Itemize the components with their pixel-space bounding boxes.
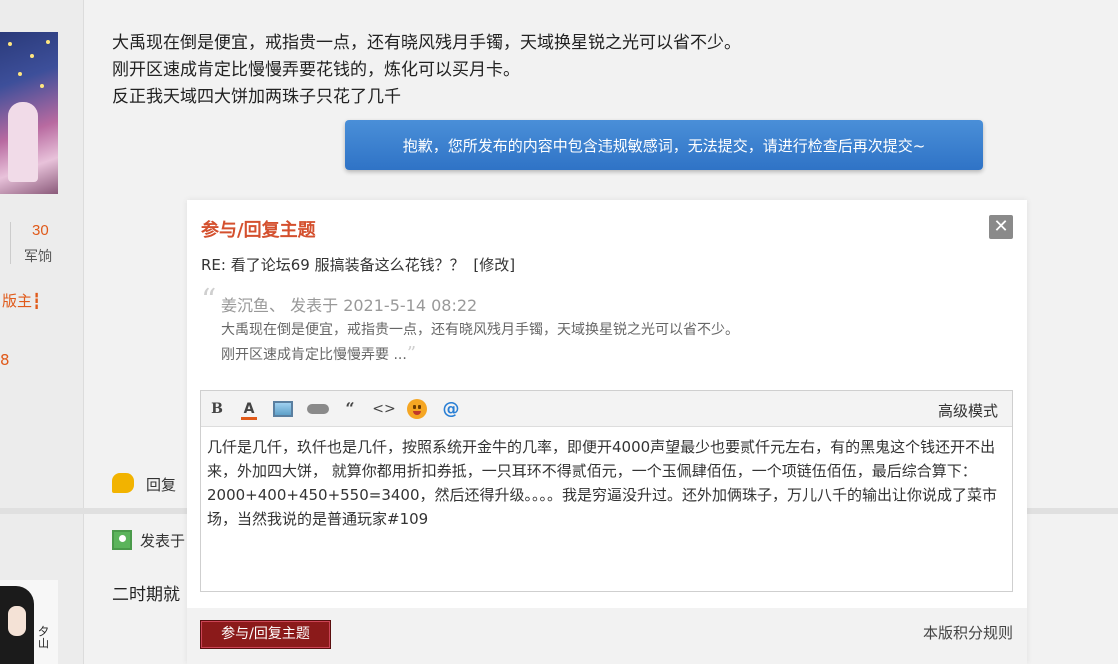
quote-header: 姜沉鱼、 发表于 2021-5-14 08:22 (221, 292, 477, 316)
posted-label: 发表于 (140, 532, 186, 550)
second-author-avatar[interactable]: 夕山 (0, 580, 58, 664)
message-textarea[interactable]: 几仟是几仟，玖仟也是几仟，按照系统开金牛的几率，即便开4000声望最少也要贰仟元… (207, 435, 1007, 585)
advanced-mode-link[interactable]: 高级模式 (938, 400, 998, 421)
points-rules-link[interactable]: 本版积分规则 (923, 622, 1013, 643)
editor-toolbar: B A “ <> @ 高级模式 (201, 391, 1012, 427)
stat-military-pay-value[interactable]: 30 (32, 222, 49, 239)
emoji-icon[interactable] (407, 399, 427, 419)
reply-dialog: 参与/回复主题 ✕ RE: 看了论坛69 服搞装备这么花钱？？ [修改] “ 姜… (187, 200, 1027, 664)
font-color-icon[interactable]: A (239, 399, 259, 420)
dialog-footer: 参与/回复主题 本版积分规则 (187, 608, 1027, 664)
left-author-column: 30 军饷 版主┇ 8 夕山 (0, 0, 84, 664)
stat-military-pay-label: 军饷 (24, 249, 52, 265)
quote-open-icon: “ (201, 283, 217, 318)
quote-author: 姜沉鱼、 (221, 296, 286, 315)
next-post-text: 二时期就 (112, 585, 180, 605)
moderator-bar-icon: ┇ (32, 292, 42, 310)
sensitive-word-notice: 抱歉，您所发布的内容中包含违规敏感词，无法提交，请进行检查后再次提交~ (345, 120, 983, 170)
insert-quote-icon[interactable]: “ (343, 399, 357, 419)
quote-close-icon: ” (406, 343, 417, 364)
post-body: 大禹现在倒是便宜，戒指贵一点，还有晓风残月手镯，天域换星锐之光可以省不少。 刚开… (112, 30, 741, 111)
online-status-icon (112, 530, 132, 550)
reply-subject: RE: 看了论坛69 服搞装备这么花钱？？ [修改] (201, 254, 515, 275)
insert-code-icon[interactable]: <> (372, 399, 396, 419)
post-line: 刚开区速成肯定比慢慢弄要花钱的，炼化可以买月卡。 (112, 60, 520, 80)
insert-link-icon[interactable] (307, 399, 329, 419)
dialog-title: 参与/回复主题 (201, 220, 316, 241)
quote-line-2: 刚开区速成肯定比慢慢弄要 ...” (221, 343, 417, 364)
mention-icon[interactable]: @ (441, 399, 461, 419)
post-line: 反正我天域四大饼加两珠子只花了几千 (112, 87, 401, 107)
stat-value-8: 8 (0, 351, 10, 369)
quote-line: 大禹现在倒是便宜，戒指贵一点，还有晓风残月手镯，天域换星锐之光可以省不少。 (221, 322, 739, 338)
reply-label[interactable]: 回复 (146, 474, 176, 495)
edit-subject-link[interactable]: [修改] (473, 256, 515, 274)
bold-icon[interactable]: B (209, 399, 225, 419)
avatar-calligraphy: 夕山 (38, 625, 49, 650)
insert-image-icon[interactable] (273, 399, 293, 419)
stat-divider (10, 222, 11, 264)
close-icon: ✕ (993, 216, 1009, 237)
subject-text: RE: 看了论坛69 服搞装备这么花钱？？ (201, 256, 465, 274)
author-avatar[interactable] (0, 32, 58, 194)
post-line: 大禹现在倒是便宜，戒指贵一点，还有晓风残月手镯，天域换星锐之光可以省不少。 (112, 33, 741, 53)
submit-reply-button[interactable]: 参与/回复主题 (200, 620, 331, 649)
message-editor: B A “ <> @ 高级模式 几仟是几仟，玖仟也是几仟，按照系统开金牛的几率，… (200, 390, 1013, 592)
reply-icon (112, 473, 134, 493)
quote-date: 发表于 2021-5-14 08:22 (290, 296, 478, 315)
close-button[interactable]: ✕ (989, 215, 1013, 239)
moderator-badge: 版主┇ (2, 292, 42, 310)
